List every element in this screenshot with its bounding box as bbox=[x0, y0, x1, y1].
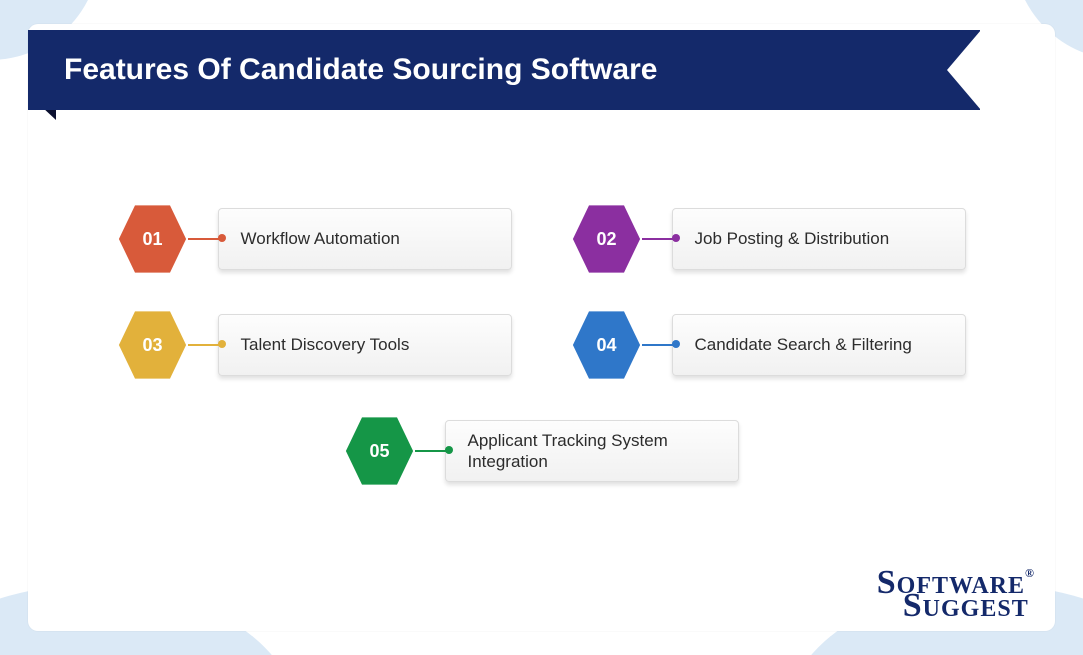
brand-registered: ® bbox=[1025, 566, 1035, 580]
feature-label-pill: Job Posting & Distribution bbox=[672, 208, 966, 270]
feature-connector bbox=[188, 344, 222, 346]
features-grid: 01 Workflow Automation 02 Job Posting & Dis… bbox=[116, 200, 967, 490]
brand-cap-1: S bbox=[877, 564, 897, 601]
ribbon-notch bbox=[947, 30, 981, 110]
feature-number-hexagon: 05 bbox=[345, 416, 415, 486]
feature-connector bbox=[642, 344, 676, 346]
main-card: Features Of Candidate Sourcing Software … bbox=[28, 24, 1055, 631]
feature-number-hexagon: 01 bbox=[118, 204, 188, 274]
feature-item: 02 Job Posting & Distribution bbox=[572, 200, 966, 278]
feature-connector bbox=[642, 238, 676, 240]
feature-number-hexagon: 04 bbox=[572, 310, 642, 380]
feature-label-pill: Candidate Search & Filtering bbox=[672, 314, 966, 376]
brand-line-2: UGGEST bbox=[923, 596, 1029, 622]
feature-item: 05 Applicant Tracking System Integration bbox=[345, 412, 739, 490]
brand-cap-2: S bbox=[903, 587, 923, 624]
feature-item: 03 Talent Discovery Tools bbox=[118, 306, 512, 384]
feature-item: 04 Candidate Search & Filtering bbox=[572, 306, 966, 384]
feature-number-hexagon: 03 bbox=[118, 310, 188, 380]
feature-label-pill: Applicant Tracking System Integration bbox=[445, 420, 739, 482]
feature-item: 01 Workflow Automation bbox=[118, 200, 512, 278]
feature-label: Job Posting & Distribution bbox=[695, 228, 890, 249]
feature-connector bbox=[415, 450, 449, 452]
page-title: Features Of Candidate Sourcing Software bbox=[64, 53, 657, 87]
feature-label: Workflow Automation bbox=[241, 228, 400, 249]
feature-number-hexagon: 02 bbox=[572, 204, 642, 274]
title-ribbon: Features Of Candidate Sourcing Software bbox=[28, 30, 998, 134]
feature-label: Candidate Search & Filtering bbox=[695, 334, 912, 355]
infographic-stage: Features Of Candidate Sourcing Software … bbox=[0, 0, 1083, 655]
feature-label: Talent Discovery Tools bbox=[241, 334, 410, 355]
feature-connector bbox=[188, 238, 222, 240]
feature-label-pill: Workflow Automation bbox=[218, 208, 512, 270]
ribbon-body: Features Of Candidate Sourcing Software bbox=[28, 30, 980, 110]
feature-label: Applicant Tracking System Integration bbox=[468, 430, 720, 473]
brand-logo: SOFTWARE® SUGGEST bbox=[877, 569, 1035, 619]
feature-label-pill: Talent Discovery Tools bbox=[218, 314, 512, 376]
